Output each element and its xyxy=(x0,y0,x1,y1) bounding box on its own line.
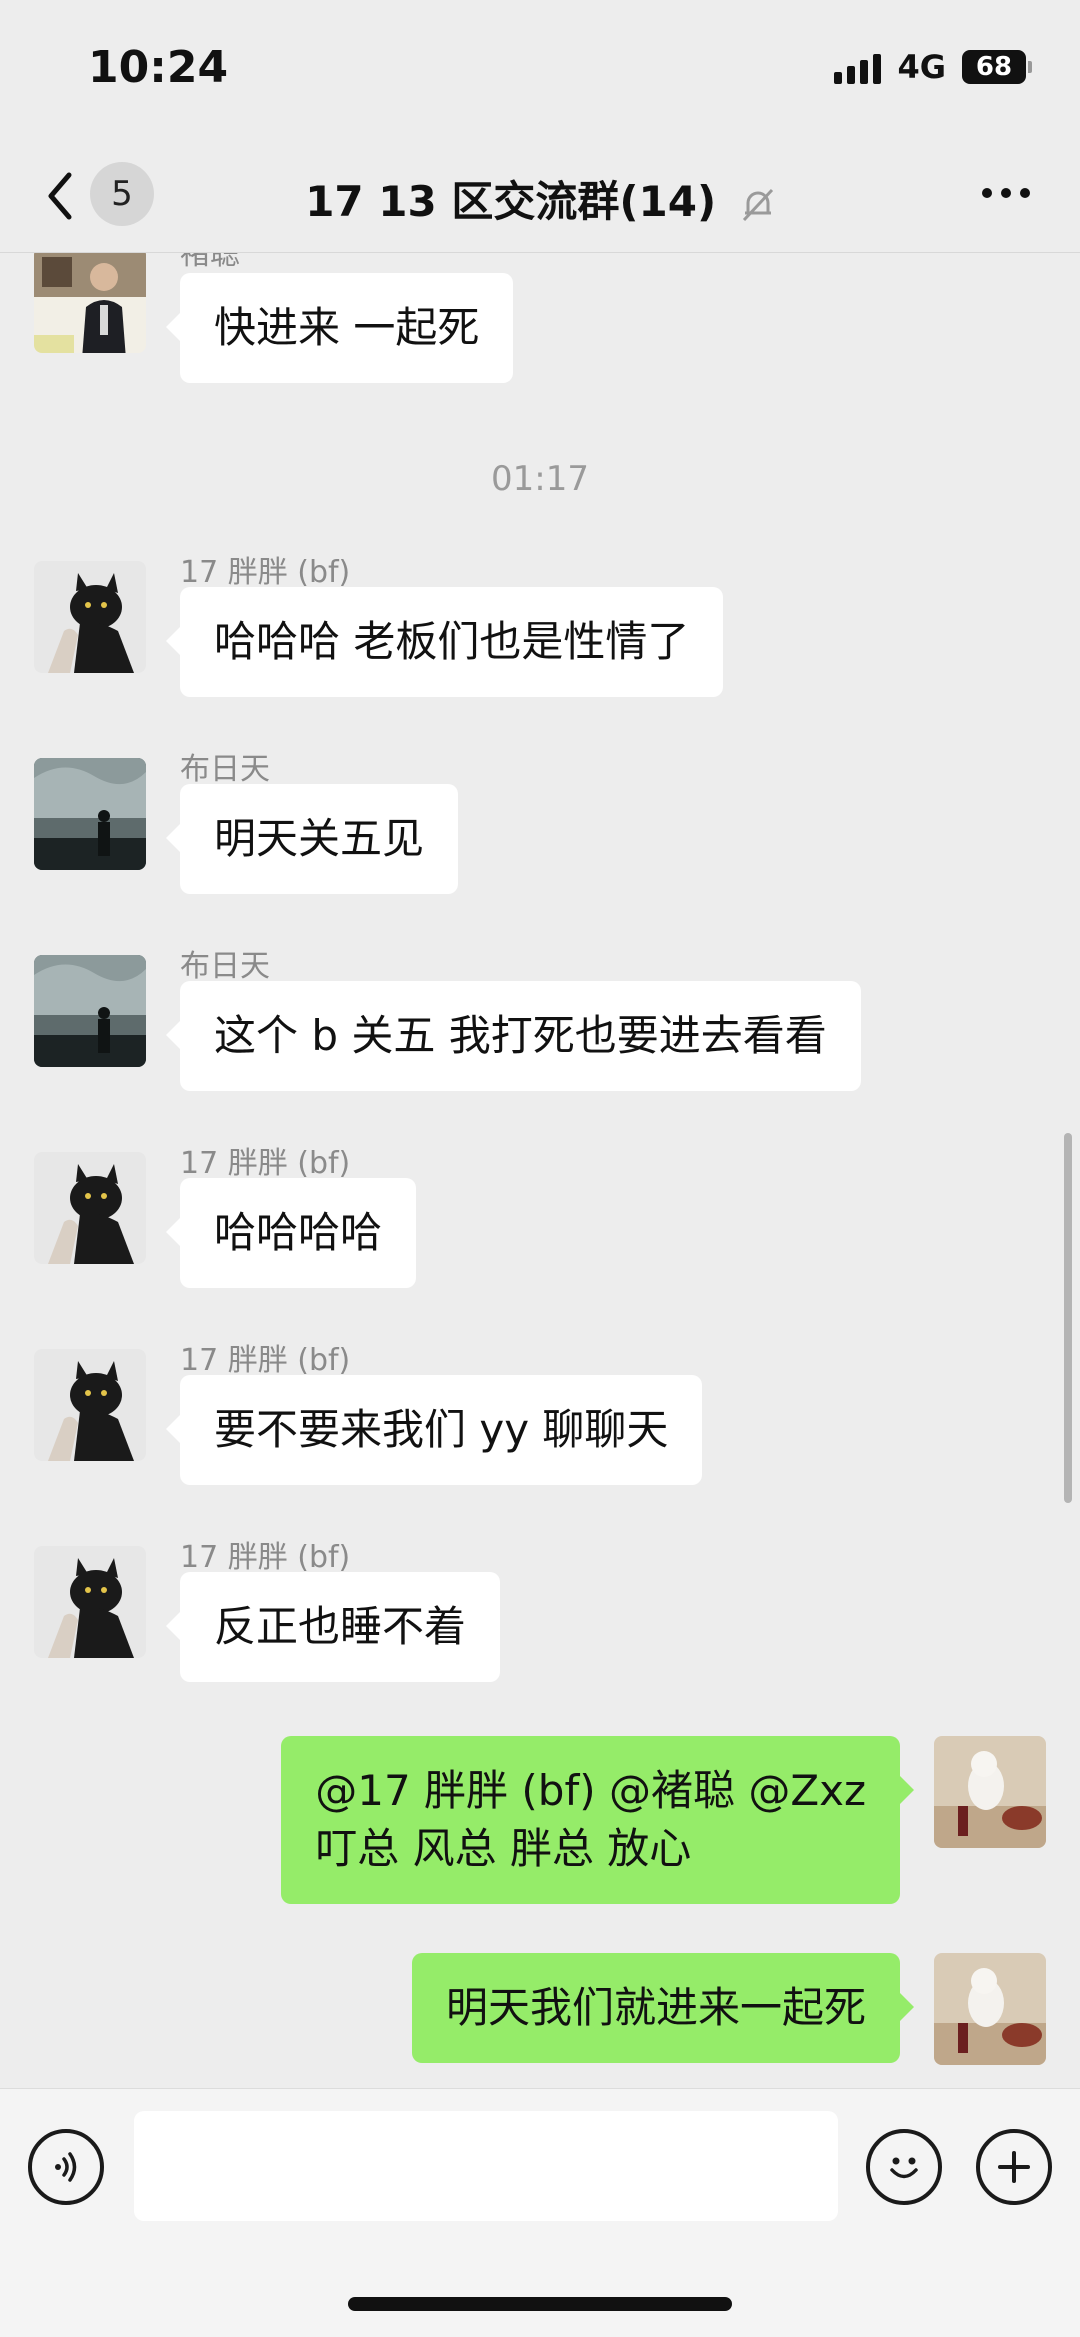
chat-title-text: 17 13 区交流群(14) xyxy=(305,177,717,226)
avatar[interactable] xyxy=(34,1152,146,1264)
message-list[interactable]: 褚聪 快进来 一起死 01:17 17 胖胖 (bf) 哈哈哈 老板们也是性情了… xyxy=(0,253,1080,2088)
sender-name: 褚聪 xyxy=(180,253,240,272)
battery-level: 68 xyxy=(962,50,1026,84)
avatar[interactable] xyxy=(34,955,146,1067)
more-functions-button[interactable] xyxy=(976,2129,1052,2205)
sender-name: 布日天 xyxy=(180,752,270,787)
message-bubble[interactable]: 明天我们就进来一起死 xyxy=(411,1953,915,2063)
status-bar: 10:24 4G 68 xyxy=(0,0,1080,140)
emoji-button[interactable] xyxy=(866,2129,942,2205)
signal-icon xyxy=(834,50,882,84)
avatar[interactable] xyxy=(34,1349,146,1461)
message-bubble[interactable]: 哈哈哈 老板们也是性情了 xyxy=(165,587,724,697)
voice-button[interactable] xyxy=(28,2129,104,2205)
sender-name: 17 胖胖 (bf) xyxy=(180,1343,351,1378)
status-indicators: 4G 68 xyxy=(834,48,1032,86)
avatar[interactable] xyxy=(34,1546,146,1658)
avatar[interactable] xyxy=(34,253,146,353)
network-label: 4G xyxy=(897,48,946,86)
sender-name: 17 胖胖 (bf) xyxy=(180,1540,351,1575)
message-bubble[interactable]: 这个 b 关五 我打死也要进去看看 xyxy=(166,981,861,1091)
sender-name: 布日天 xyxy=(180,949,270,984)
avatar[interactable] xyxy=(34,561,146,673)
sender-name: 17 胖胖 (bf) xyxy=(180,1146,351,1181)
message-bubble[interactable]: 明天关五见 xyxy=(165,784,459,894)
voice-icon xyxy=(55,2152,77,2182)
message-bubble[interactable]: @17 胖胖 (bf) @褚聪 @Zxz 叮总 风总 胖总 放心 xyxy=(281,1736,914,1904)
emoji-icon xyxy=(890,2157,918,2179)
battery-icon: 68 xyxy=(962,50,1032,84)
sender-name: 17 胖胖 (bf) xyxy=(180,555,351,590)
avatar[interactable] xyxy=(934,1953,1046,2065)
more-dots-icon[interactable] xyxy=(982,188,1030,198)
timestamp: 01:17 xyxy=(491,459,589,499)
plus-icon xyxy=(998,2151,1030,2183)
status-time: 10:24 xyxy=(88,42,229,93)
message-bubble[interactable]: 哈哈哈哈 xyxy=(165,1178,417,1288)
message-bubble[interactable]: 要不要来我们 yy 聊聊天 xyxy=(165,1375,703,1485)
message-bubble[interactable]: 反正也睡不着 xyxy=(165,1572,501,1682)
home-indicator[interactable] xyxy=(348,2297,732,2311)
avatar[interactable] xyxy=(34,758,146,870)
chat-title: 17 13 区交流群(14) xyxy=(0,168,1080,229)
message-bubble[interactable]: 快进来 一起死 xyxy=(165,273,514,383)
chat-screen: 10:24 4G 68 5 17 13 区交流群(14) 褚聪 快进来 一起死 … xyxy=(0,0,1080,2337)
bell-off-icon xyxy=(742,188,773,221)
chat-header: 5 17 13 区交流群(14) xyxy=(0,140,1080,253)
avatar[interactable] xyxy=(934,1736,1046,1848)
message-input[interactable] xyxy=(134,2111,838,2221)
scrollbar[interactable] xyxy=(1064,1133,1072,1503)
